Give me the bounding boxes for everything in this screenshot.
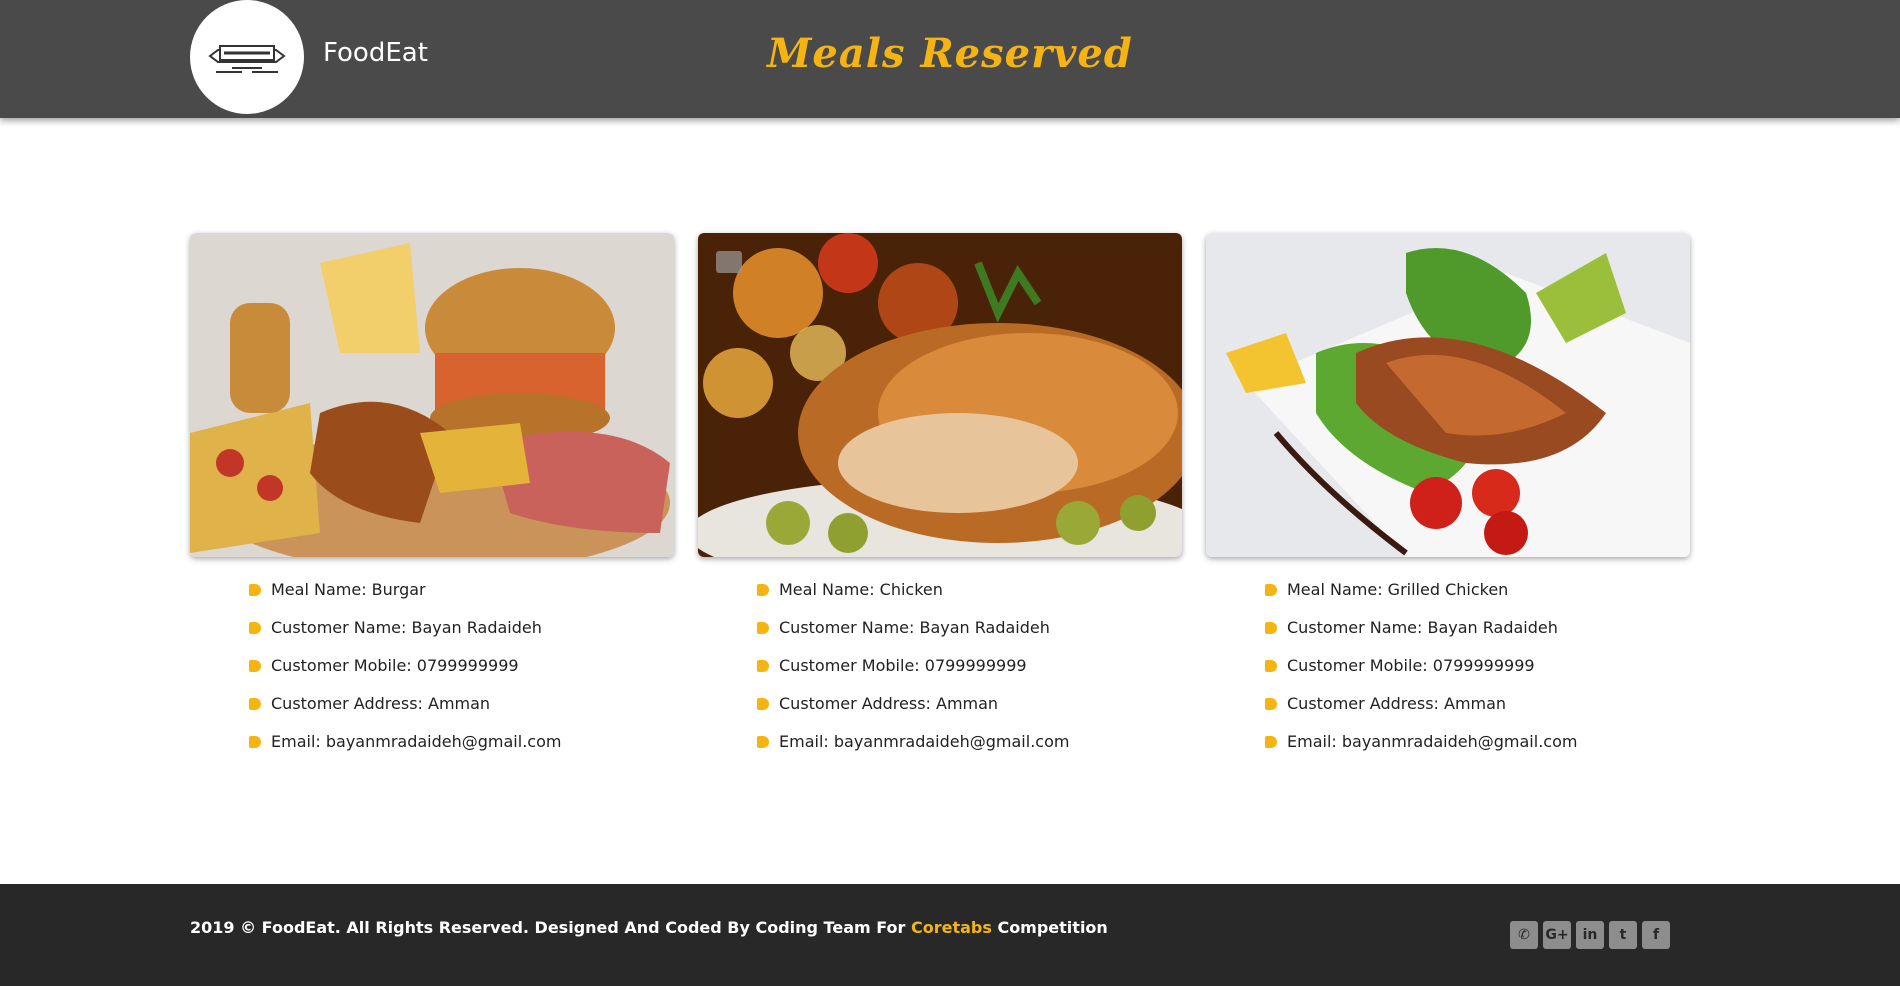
bullet-icon [757, 622, 769, 634]
grilled-salmon-image [1206, 233, 1690, 557]
meal-details-list: Meal Name: Burgar Customer Name: Bayan R… [190, 575, 674, 765]
restaurant-logo-icon[interactable] [190, 0, 304, 114]
customer-address: Customer Address: Amman [757, 689, 1182, 727]
copyright-text: 2019 © FoodEat. All Rights Reserved. Des… [190, 918, 1108, 937]
meal-name: Meal Name: Burgar [249, 575, 674, 613]
bullet-icon [249, 660, 261, 672]
customer-email: Email: bayanmradaideh@gmail.com [757, 727, 1182, 765]
bullet-icon [1265, 622, 1277, 634]
customer-name: Customer Name: Bayan Radaideh [249, 613, 674, 651]
twitter-icon[interactable]: t [1609, 921, 1637, 949]
bullet-icon [757, 584, 769, 596]
customer-address: Customer Address: Amman [249, 689, 674, 727]
bullet-icon [1265, 698, 1277, 710]
meal-name: Meal Name: Chicken [757, 575, 1182, 613]
linkedin-icon[interactable]: in [1576, 921, 1604, 949]
bullet-icon [1265, 660, 1277, 672]
meal-details-list: Meal Name: Chicken Customer Name: Bayan … [698, 575, 1182, 765]
site-header: FoodEat Meals Reserved [0, 0, 1900, 118]
brand-name[interactable]: FoodEat [323, 38, 428, 68]
coretabs-link[interactable]: Coretabs [911, 918, 992, 937]
bullet-icon [1265, 736, 1277, 748]
meal-card: Meal Name: Grilled Chicken Customer Name… [1206, 233, 1690, 765]
phone-icon[interactable]: ✆ [1510, 921, 1538, 949]
bullet-icon [757, 660, 769, 672]
customer-email: Email: bayanmradaideh@gmail.com [1265, 727, 1690, 765]
customer-mobile: Customer Mobile: 0799999999 [249, 651, 674, 689]
bullet-icon [1265, 584, 1277, 596]
bullet-icon [249, 584, 261, 596]
customer-address: Customer Address: Amman [1265, 689, 1690, 727]
meal-card: Meal Name: Burgar Customer Name: Bayan R… [190, 233, 674, 765]
bullet-icon [249, 698, 261, 710]
meal-name: Meal Name: Grilled Chicken [1265, 575, 1690, 613]
bullet-icon [249, 622, 261, 634]
customer-name: Customer Name: Bayan Radaideh [757, 613, 1182, 651]
customer-name: Customer Name: Bayan Radaideh [1265, 613, 1690, 651]
meal-details-list: Meal Name: Grilled Chicken Customer Name… [1206, 575, 1690, 765]
page-title: Meals Reserved [767, 30, 1133, 77]
customer-email: Email: bayanmradaideh@gmail.com [249, 727, 674, 765]
google-plus-icon[interactable]: G+ [1543, 921, 1571, 949]
bullet-icon [757, 698, 769, 710]
bullet-icon [249, 736, 261, 748]
site-footer: 2019 © FoodEat. All Rights Reserved. Des… [0, 884, 1900, 986]
roast-chicken-image [698, 233, 1182, 557]
customer-mobile: Customer Mobile: 0799999999 [1265, 651, 1690, 689]
burger-platter-image [190, 233, 674, 557]
facebook-icon[interactable]: f [1642, 921, 1670, 949]
meal-card: Meal Name: Chicken Customer Name: Bayan … [698, 233, 1182, 765]
bullet-icon [757, 736, 769, 748]
customer-mobile: Customer Mobile: 0799999999 [757, 651, 1182, 689]
social-links: ✆ G+ in t f [1510, 921, 1670, 949]
